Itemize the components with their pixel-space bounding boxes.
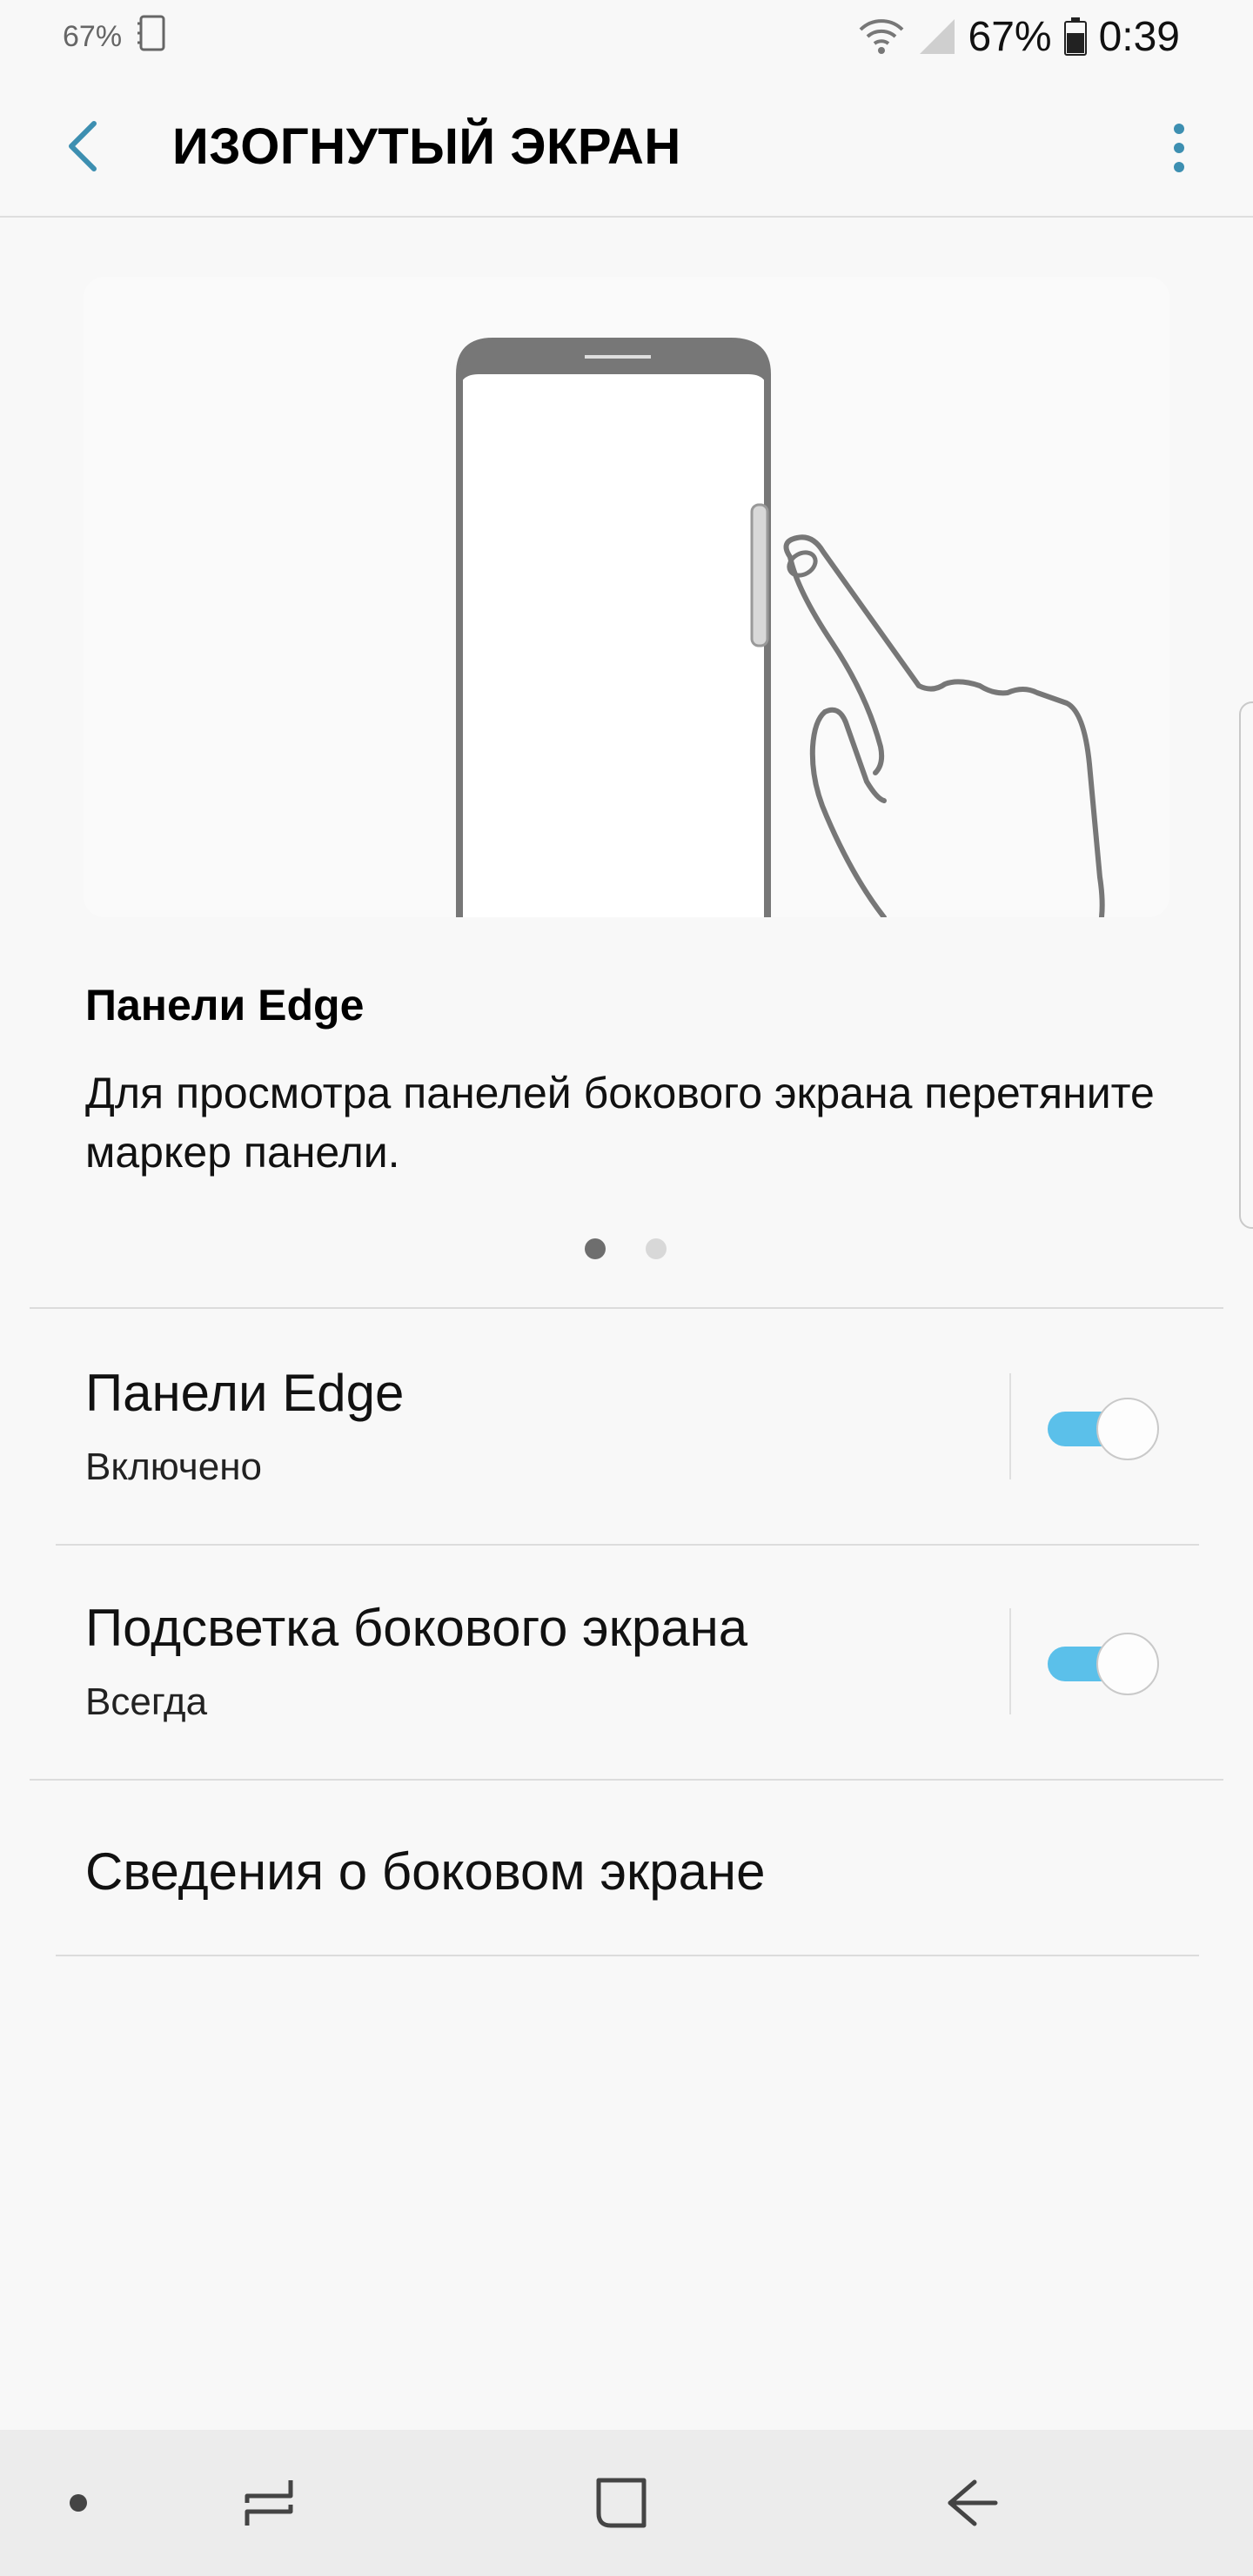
small-battery-percent: 67% [63, 19, 123, 53]
chevron-left-icon [69, 121, 97, 171]
battery-small-indicator: 67% [63, 20, 122, 54]
recent-apps-button[interactable] [218, 2430, 322, 2576]
back-button[interactable] [50, 113, 117, 179]
back-arrow-icon [948, 2479, 998, 2526]
signal-icon [918, 17, 956, 56]
clock: 0:39 [1098, 13, 1180, 60]
toggle-thumb [1096, 1398, 1159, 1460]
battery-percent: 67% [968, 13, 1052, 60]
dot-button[interactable] [35, 2430, 122, 2576]
setting-row-edge-panels[interactable]: Панели Edge Включено [0, 1309, 1253, 1544]
more-vertical-icon [1174, 124, 1184, 172]
edge-panel-handle[interactable] [1239, 701, 1253, 1229]
phone-swipe-illustration [456, 338, 1105, 917]
navigation-bar [0, 2430, 1253, 2576]
status-bar: 67% 67% 0:39 [0, 0, 1253, 73]
status-bar-right: 67% 0:39 [857, 12, 1180, 61]
page-title: ИЗОГНУТЫЙ ЭКРАН [172, 118, 681, 175]
home-button[interactable] [569, 2430, 673, 2576]
more-options-button[interactable] [1149, 115, 1209, 181]
battery-icon [1063, 17, 1087, 56]
row-separator [1009, 1608, 1011, 1714]
row-divider [56, 1955, 1199, 1956]
setting-row-edge-lighting[interactable]: Подсветка бокового экрана Всегда [0, 1546, 1253, 1781]
wifi-icon [857, 16, 906, 57]
card-description: Для просмотра панелей бокового экрана пе… [85, 1069, 1155, 1177]
page-indicator [0, 1236, 1253, 1262]
card-title: Панели Edge [85, 981, 365, 1030]
edge-panels-toggle[interactable] [1048, 1398, 1161, 1460]
action-bar: ИЗОГНУТЫЙ ЭКРАН [0, 73, 1253, 218]
screen: 67% 67% 0:39 ИЗОГНУТЫЙ ЭКРАН Панели Edge… [0, 0, 1253, 2576]
home-icon [596, 2478, 647, 2528]
status-bar-left: 67% [63, 15, 167, 59]
row-separator [1009, 1373, 1011, 1479]
page-dot-active[interactable] [585, 1238, 606, 1259]
setting-title: Подсветка бокового экрана [85, 1599, 748, 1657]
setting-title: Панели Edge [85, 1364, 405, 1422]
recent-apps-icon [245, 2480, 293, 2526]
setting-title: Сведения о боковом экране [85, 1842, 766, 1901]
toggle-thumb [1096, 1633, 1159, 1695]
setting-subtitle: Включено [85, 1446, 262, 1488]
setting-subtitle: Всегда [85, 1680, 208, 1723]
edge-lighting-toggle[interactable] [1048, 1633, 1161, 1695]
setting-row-about-edge-screen[interactable]: Сведения о боковом экране [0, 1781, 1253, 1955]
dot-icon [70, 2494, 87, 2512]
page-dot-inactive[interactable] [646, 1238, 667, 1259]
notebook-icon [137, 15, 167, 59]
edge-panel-illustration [84, 277, 1169, 917]
back-nav-button[interactable] [921, 2430, 1025, 2576]
